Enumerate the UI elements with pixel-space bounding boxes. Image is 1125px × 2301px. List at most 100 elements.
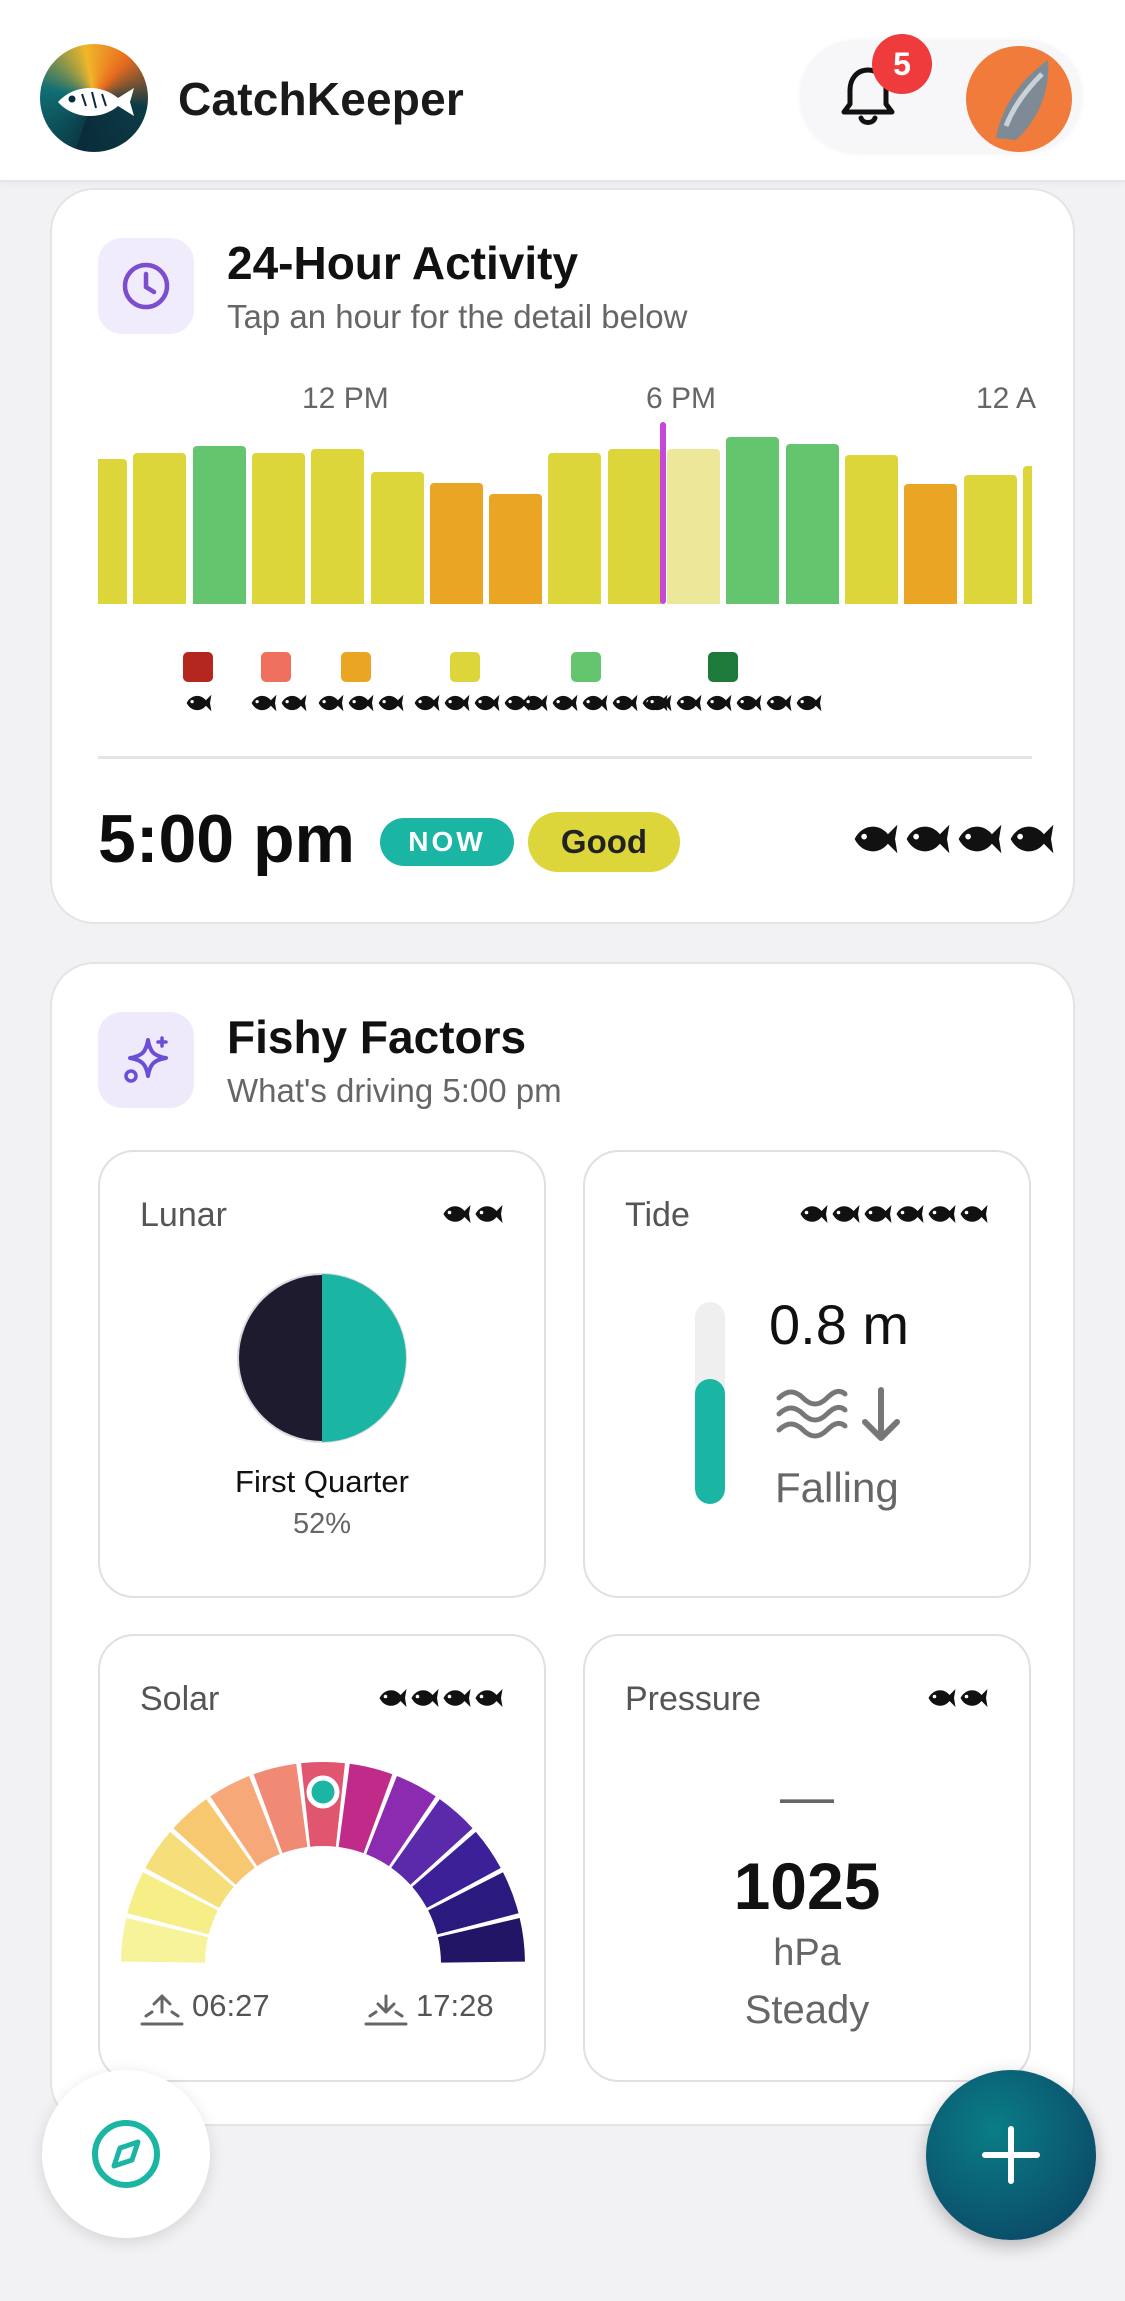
pressure-value: 1025 (733, 1849, 881, 1923)
legend-fish-row (413, 692, 531, 714)
pressure-unit: hPa (773, 1932, 841, 1974)
legend-fish-row (250, 692, 308, 714)
fish-icon (318, 694, 344, 712)
moon-illumination: 52% (292, 1508, 352, 1540)
legend-swatch (450, 652, 480, 682)
fish-icon (443, 1205, 471, 1223)
lunar-fish-icons (442, 1202, 504, 1226)
activity-bar[interactable] (251, 453, 305, 604)
activity-bar[interactable] (1022, 466, 1032, 604)
activity-card: 24-Hour Activity Tap an hour for the det… (50, 188, 1075, 924)
activity-bar[interactable] (429, 483, 483, 604)
fish-icon (474, 694, 500, 712)
activity-bar[interactable] (904, 484, 958, 604)
activity-bar[interactable] (667, 449, 720, 604)
app-header: CatchKeeper 5 (0, 0, 1125, 182)
pressure-fish-icons (927, 1686, 989, 1710)
fish-icon (960, 1689, 988, 1707)
tile-title: Tide (625, 1196, 690, 1234)
tile-title: Pressure (625, 1680, 762, 1718)
card-title: Fishy Factors (227, 1011, 527, 1063)
sparkle-icon (98, 1012, 194, 1108)
fish-icon (378, 694, 404, 712)
now-marker (660, 422, 666, 604)
activity-bar[interactable] (548, 453, 602, 604)
activity-bar[interactable] (133, 453, 187, 604)
card-subtitle: What's driving 5:00 pm (227, 1072, 562, 1109)
solar-fish-icons (378, 1686, 504, 1710)
tide-tile[interactable]: Tide 0.8 m Falling (583, 1150, 1031, 1598)
solar-tile[interactable]: Solar 06:27 17:28 (98, 1634, 546, 2082)
fish-icon (444, 694, 470, 712)
solar-arc-gauge (121, 1762, 525, 1963)
fish-icon (800, 1205, 828, 1223)
legend-swatch (261, 652, 291, 682)
app-title: CatchKeeper (178, 73, 464, 125)
legend-fish-row (185, 692, 213, 714)
fish-icon (552, 694, 578, 712)
fish-icon (348, 694, 374, 712)
fish-icon (522, 694, 548, 712)
pressure-tile[interactable]: Pressure — 1025 hPa Steady (583, 1634, 1031, 2082)
plus-icon (982, 2126, 1040, 2184)
sunrise-icon (140, 1994, 184, 2026)
lunar-tile[interactable]: Lunar First Quarter 52% (98, 1150, 546, 1598)
fish-icon (475, 1205, 503, 1223)
tide-level-gauge (695, 1302, 725, 1504)
tide-level-fill (695, 1379, 725, 1504)
selected-time: 5:00 pm (98, 801, 355, 877)
moon-phase-icon (237, 1273, 407, 1443)
fish-icon (443, 1689, 471, 1707)
app-logo (40, 44, 148, 152)
fish-icon (186, 694, 212, 712)
activity-bar[interactable] (311, 449, 365, 604)
fish-icon (766, 694, 792, 712)
rating-badge: Good (528, 812, 680, 872)
divider (98, 756, 1032, 759)
now-badge: NOW (380, 818, 514, 866)
lure-avatar-icon (996, 60, 1049, 140)
fish-icon (475, 1689, 503, 1707)
fish-icon (706, 694, 732, 712)
fish-icon (864, 1205, 892, 1223)
card-subtitle: Tap an hour for the detail below (227, 298, 688, 335)
legend-swatch (571, 652, 601, 682)
activity-bar[interactable] (489, 494, 543, 604)
pressure-trend-icon: — (780, 1767, 834, 1827)
fish-icon (676, 694, 702, 712)
fish-icon (896, 1205, 924, 1223)
sun-position-marker (306, 1775, 340, 1809)
fish-icon (251, 694, 277, 712)
legend-fish-row (317, 692, 405, 714)
sunset-icon (364, 1994, 408, 2026)
activity-bar[interactable] (607, 449, 661, 604)
tile-title: Lunar (140, 1196, 227, 1234)
legend-swatch (341, 652, 371, 682)
compass-icon (92, 2120, 160, 2188)
fish-icon (854, 824, 898, 854)
fish-logo-icon (58, 87, 134, 117)
activity-bar[interactable] (726, 437, 780, 604)
compass-button[interactable] (42, 2070, 210, 2238)
moon-phase-label: First Quarter (235, 1464, 409, 1499)
fish-icon (411, 1689, 439, 1707)
activity-bar[interactable] (844, 455, 898, 604)
avatar[interactable] (966, 46, 1072, 152)
tick-label: 12 PM (302, 382, 389, 415)
fish-icon (960, 1205, 988, 1223)
fish-icon (612, 694, 638, 712)
fish-icon (736, 694, 762, 712)
legend-swatch (708, 652, 738, 682)
activity-bar[interactable] (963, 475, 1017, 604)
activity-bar-chart[interactable] (98, 420, 1032, 604)
notification-badge: 5 (872, 34, 932, 94)
tick-label: 12 A (976, 382, 1036, 415)
fish-icon (582, 694, 608, 712)
activity-bar[interactable] (370, 472, 424, 604)
activity-bar[interactable] (98, 459, 127, 604)
activity-bar[interactable] (785, 444, 839, 604)
add-catch-button[interactable] (926, 2070, 1096, 2240)
activity-bar[interactable] (192, 446, 246, 604)
legend-fish-row (645, 692, 823, 714)
fish-icon (928, 1205, 956, 1223)
